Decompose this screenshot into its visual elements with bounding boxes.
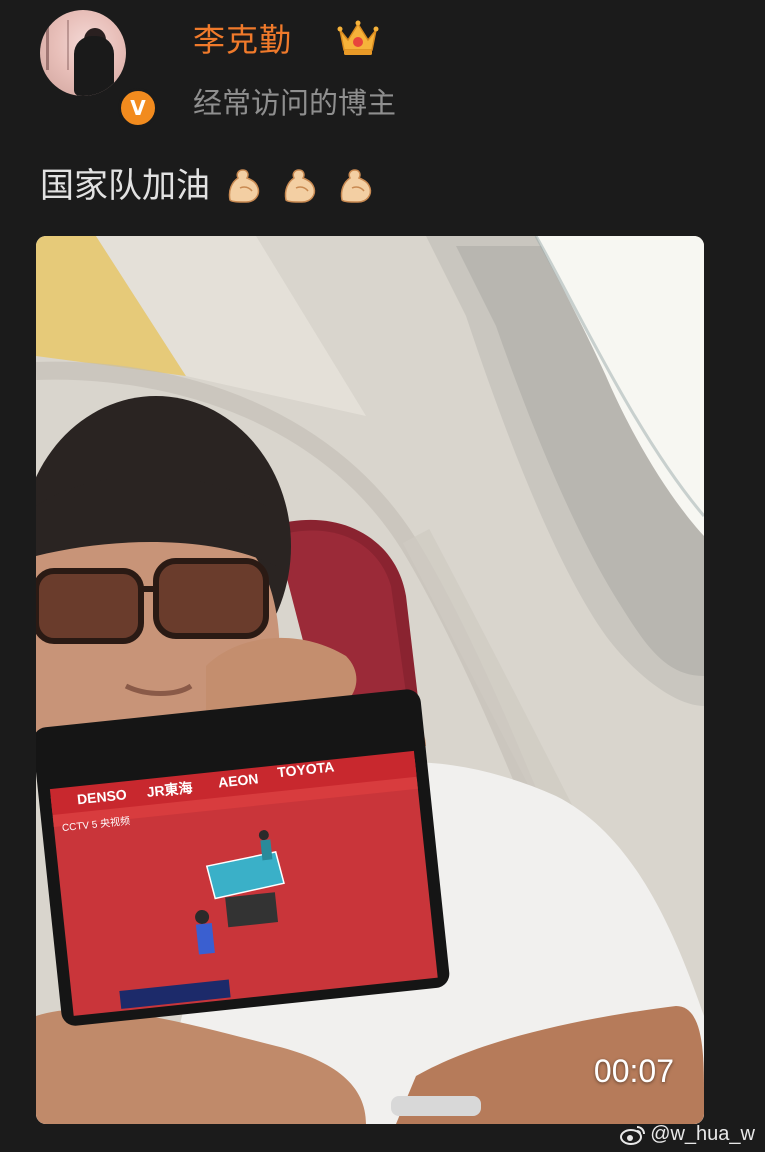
phone-screen: DENSO JR東海 AEON TOYOTA CCTV 5 央视频 (36, 689, 450, 1026)
video-frame: DENSO JR東海 AEON TOYOTA CCTV 5 央视频 (36, 236, 704, 1124)
flexed-biceps-icon (284, 169, 316, 203)
post-text: 国家队加油 (40, 160, 378, 212)
crown-icon (337, 20, 379, 55)
flexed-biceps-icon (228, 169, 260, 203)
weibo-icon (620, 1125, 646, 1145)
flexed-biceps-icon (340, 169, 372, 203)
video-player[interactable]: DENSO JR東海 AEON TOYOTA CCTV 5 央视频 00:07 (36, 236, 704, 1124)
verified-badge-icon: V (118, 88, 158, 128)
post-text-content: 国家队加油 (40, 166, 210, 206)
video-duration: 00:07 (593, 1053, 674, 1089)
watermark-text: @w_hua_w (650, 1123, 755, 1145)
watermark: @w_hua_w (620, 1123, 755, 1146)
avatar[interactable]: V (40, 10, 158, 128)
author-subtitle: 经常访问的博主 (193, 86, 397, 120)
avatar-image (40, 10, 126, 96)
author-name[interactable]: 李克勤 (193, 14, 292, 66)
